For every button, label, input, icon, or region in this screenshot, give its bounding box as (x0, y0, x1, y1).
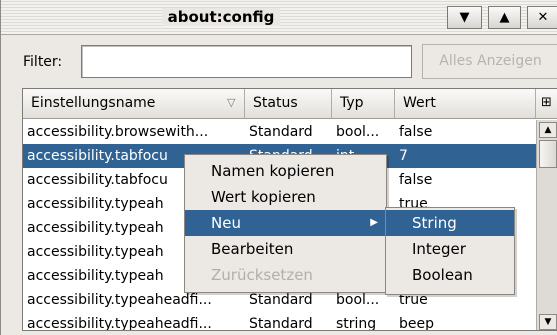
menu-item-copy-name[interactable]: Namen kopieren (185, 158, 386, 184)
menu-item-edit[interactable]: Bearbeiten (185, 236, 386, 262)
menu-item-copy-value[interactable]: Wert kopieren (185, 184, 386, 210)
sort-indicator-icon: ▽ (227, 96, 236, 109)
new-submenu: String Integer Boolean (385, 207, 515, 295)
shade-button[interactable]: ▲ (488, 6, 521, 29)
about-config-window: about:config ▼ ▲ ✕ Filter: Alles Anzeige… (0, 0, 557, 335)
column-picker-icon[interactable]: ⊞ (536, 89, 557, 119)
filter-label: Filter: (23, 54, 63, 70)
menu-item-new[interactable]: Neu ▶ (185, 210, 386, 236)
column-header-value[interactable]: Wert (395, 89, 536, 119)
window-title: about:config (161, 8, 281, 26)
menu-item-reset: Zurücksetzen (211, 266, 313, 284)
menu-button[interactable]: ▼ (447, 6, 482, 29)
scroll-up-icon[interactable]: ▲ (539, 122, 557, 138)
close-button[interactable]: ✕ (527, 6, 557, 29)
column-header-status[interactable]: Status (245, 89, 332, 119)
table-row[interactable]: accessibility.typeaheadfi... Standard st… (23, 312, 536, 330)
scroll-down-icon[interactable]: ▼ (539, 314, 557, 330)
context-menu: Namen kopieren Wert kopieren Neu ▶ Bearb… (184, 154, 387, 293)
menu-item-new-label: Neu (211, 214, 241, 232)
column-header-name[interactable]: Einstellungsname ▽ (23, 89, 245, 119)
show-all-button[interactable]: Alles Anzeigen (422, 44, 557, 79)
submenu-item-boolean[interactable]: Boolean (386, 262, 514, 288)
column-header-type[interactable]: Typ (332, 89, 395, 119)
submenu-item-integer[interactable]: Integer (386, 236, 514, 262)
scroll-thumb[interactable] (539, 140, 557, 168)
title-bar[interactable]: about:config ▼ ▲ ✕ (1, 0, 557, 35)
table-row[interactable]: accessibility.browsewith... Standard boo… (23, 120, 536, 144)
filter-input[interactable] (81, 45, 412, 78)
vertical-scrollbar[interactable]: ▲ ▼ (536, 120, 557, 330)
column-header-name-label: Einstellungsname (31, 95, 156, 111)
submenu-item-string[interactable]: String (386, 210, 514, 236)
submenu-arrow-icon: ▶ (370, 217, 378, 228)
